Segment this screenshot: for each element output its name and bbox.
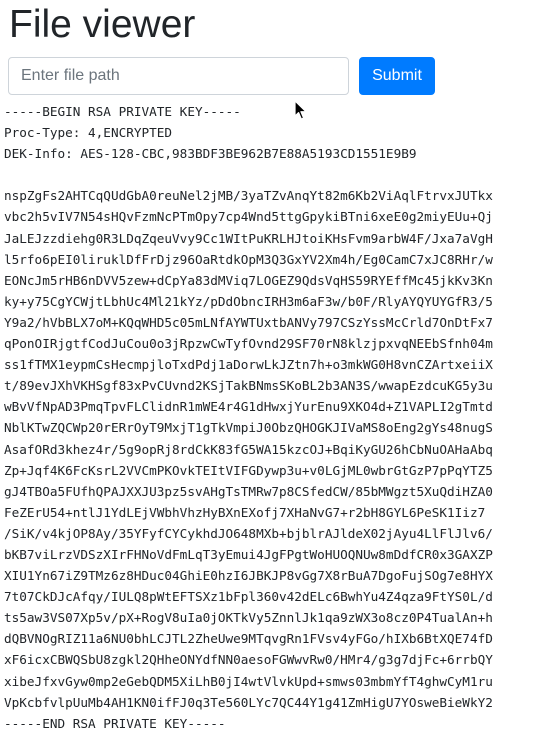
file-line: /SiK/v4kjOP8Ay/35YFyfCYCykhdJO648MXb+bjb… — [4, 525, 493, 541]
file-line: ss1fTMX1eypmCsHecmpjloTxdPdj1aDorwLkJZtn… — [4, 357, 493, 373]
file-line: Zp+Jqf4K6FcKsrL2VVCmPKOvkTEItVIFGDywp3u+… — [4, 462, 493, 478]
file-line: wBvVfNpAD3PmqTpvFLClidnR1mWE4r4G1dHwxjYu… — [4, 399, 493, 415]
file-line: vbc2h5vIV7N54sHQvFzmNcPTmOpy7cp4Wnd5ttgG… — [4, 209, 493, 225]
file-line: VpKcbfvlpUuMb4AH1KN0ifFJ0q3Te560LYc7QC44… — [4, 694, 493, 710]
file-line: ts5aw3VS07Xp5v/pX+RogV8uIa0jOKTkVy5ZnnlJ… — [4, 610, 493, 626]
file-line: AsafORd3khez4r/5g9opRj8rdCkK83fG5WA15kzc… — [4, 441, 493, 457]
file-line: xibeJfxvGyw0mp2eGebQDM5XiLhB0jI4wtVlvkUp… — [4, 673, 493, 689]
file-line: FeZErU54+ntlJ1YdLEjVWbhVhzHyBXnEXofj7XHa… — [4, 504, 486, 520]
page-title: File viewer — [9, 3, 196, 46]
file-content: -----BEGIN RSA PRIVATE KEY----- Proc-Typ… — [4, 101, 493, 734]
file-line: bKB7viLrzVDSzXIrFHNoVdFmLqT3yEmui4JgFPgt… — [4, 546, 493, 562]
file-line: XIU1Yn67iZ9TMz6z8HDuc04GhiE0hzI6JBKJP8vG… — [4, 568, 493, 584]
file-line: l5rfo6pEI0liruklDfFrDjz96OaRtdkOpM3Q3GxY… — [4, 251, 493, 267]
file-line: -----BEGIN RSA PRIVATE KEY----- — [4, 104, 241, 119]
file-line: dQBVNOgRIZ11a6NU0bhLCJTL2ZheUwe9MTqvgRn1… — [4, 631, 493, 647]
file-line: EONcJm5rHB6nDVV5zew+dCpYa83dMViq7LOGEZ9Q… — [4, 272, 493, 288]
file-line: Proc-Type: 4,ENCRYPTED — [4, 125, 173, 141]
file-line: gJ4TBOa5FUfhQPAJXXJU3pz5svAHgTsTMRw7p8CS… — [4, 483, 493, 499]
file-line: -----END RSA PRIVATE KEY----- — [4, 715, 226, 731]
file-line: nspZgFs2AHTCqQUdGbA0reuNel2jMB/3yaTZvAnq… — [4, 188, 493, 204]
file-line: NblKTwZQCWp20rERrOyT9MxjT1gTkVmpiJ0ObzQH… — [4, 420, 493, 436]
file-line: DEK-Info: AES-128-CBC,983BDF3BE962B7E88A… — [4, 146, 417, 162]
file-line: ky+y75CgYCWjtLbhUc4Ml21kYz/pDdObncIRH3m6… — [4, 293, 493, 309]
file-line: JaLEJzzdiehg0R3LDqZqeuVvy9Cc1WItPuKRLHJt… — [4, 230, 493, 246]
file-line: xF6icxCBWQSbU8zgkl2QHheONYdfNN0aesoFGWwv… — [4, 652, 493, 668]
submit-button[interactable]: Submit — [359, 57, 435, 95]
file-line: 7t07CkDJcAfqy/IULQ8pWtEFTSXz1bFpl360v42d… — [4, 589, 493, 605]
file-line: t/89evJXhVKHSgf83xPvCUvnd2KSjTakBNmsSKoB… — [4, 378, 493, 394]
file-line: qPonOIRjgtfCodJuCou0o3jRpzwCwTyfOvnd29SF… — [4, 336, 493, 352]
mouse-pointer-icon — [294, 100, 307, 120]
file-path-input[interactable] — [8, 57, 349, 95]
file-line: Y9a2/hVbBLX7oM+KQqWHD5c05mLNfAYWTUxtbANV… — [4, 314, 493, 330]
